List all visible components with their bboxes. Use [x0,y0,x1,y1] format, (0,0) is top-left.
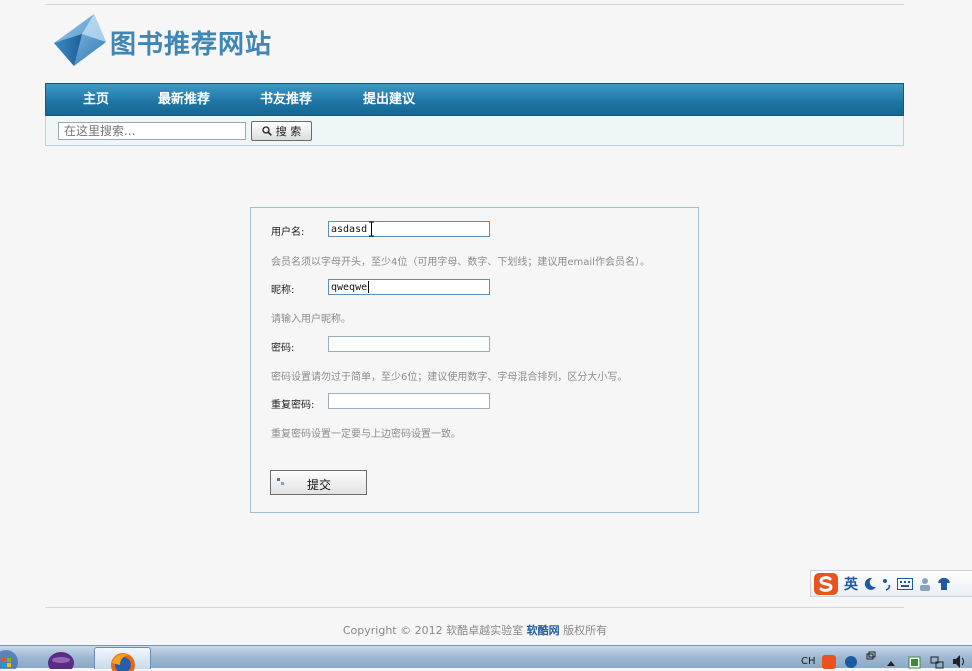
text-cursor-icon [369,221,374,237]
site-title: 图书推荐网站 [110,30,273,60]
confirm-password-label: 重复密码: [271,400,315,411]
search-button[interactable]: 搜 索 [251,121,312,141]
search-input[interactable] [58,122,246,140]
sogou-logo-icon[interactable] [813,572,839,596]
tray-language[interactable]: CH [801,656,816,667]
register-form: 用户名: asdasd 会员名须以字母开头，至少4位（可用字母、数字、下划线；建… [250,207,699,513]
nav-item-latest[interactable]: 最新推荐 [158,84,210,115]
copyright-prefix: Copyright © 2012 软酷卓越实验室 [342,624,524,637]
ime-mode-label[interactable]: 英 [844,574,858,594]
text-caret [368,281,370,293]
magnifier-icon [262,126,272,136]
password-field[interactable] [328,336,490,352]
submit-button[interactable]: 提交 [270,470,367,495]
tray-expand-icon[interactable] [887,660,895,666]
tray-volume-icon[interactable] [952,654,968,669]
nickname-value: qweqwe [331,282,368,293]
tray-help-icon[interactable] [844,655,858,669]
windows-start-icon[interactable] [0,646,20,669]
username-hint: 会员名须以字母开头，至少4位（可用字母、数字、下划线；建议用email作会员名）… [271,257,650,268]
search-bar: 搜 索 [45,116,904,146]
nav-item-friends[interactable]: 书友推荐 [260,84,312,115]
top-divider [45,4,904,5]
taskbar: CH [0,645,972,671]
username-label: 用户名: [271,227,305,238]
nav-item-suggest[interactable]: 提出建议 [363,84,415,115]
copyright: Copyright © 2012 软酷卓越实验室 软酷网 版权所有 [0,622,950,638]
username-value: asdasd [331,224,368,235]
copyright-suffix: 版权所有 [563,624,608,637]
user-tools-icon[interactable] [918,577,932,591]
punctuation-icon[interactable] [882,577,892,591]
skin-shirt-icon[interactable] [937,577,951,591]
password-hint: 密码设置请勿过于简单，至少6位；建议使用数字、字母混合排列，区分大小写。 [271,372,628,383]
confirm-password-field[interactable] [328,393,490,409]
password-label: 密码: [271,343,295,354]
keyboard-icon[interactable] [897,577,913,590]
main-nav: 主页 最新推荐 书友推荐 提出建议 [45,83,904,116]
brand-link[interactable]: 软酷网 [527,624,560,637]
submit-icon [277,478,284,485]
submit-button-label: 提交 [307,478,332,492]
nickname-field[interactable]: qweqwe [328,279,490,295]
moon-icon[interactable] [863,577,877,591]
tray-restore-icon[interactable] [866,651,876,661]
bottom-divider [45,607,904,608]
nickname-label: 昵称: [271,285,295,296]
confirm-password-hint: 重复密码设置一定要与上边密码设置一致。 [271,429,461,440]
book-logo-icon [54,14,106,66]
taskbar-app-icon[interactable] [45,646,77,669]
tray-network-icon[interactable] [930,656,944,669]
tray-sogou-icon[interactable] [822,655,836,669]
tray-flag-icon[interactable] [908,656,921,669]
nav-item-home[interactable]: 主页 [83,84,109,115]
ime-toolbar: 英 [810,570,972,597]
taskbar-firefox-button[interactable] [94,647,151,671]
username-field[interactable]: asdasd [328,221,490,237]
search-button-label: 搜 索 [275,125,302,138]
nickname-hint: 请输入用户昵称。 [271,314,351,325]
